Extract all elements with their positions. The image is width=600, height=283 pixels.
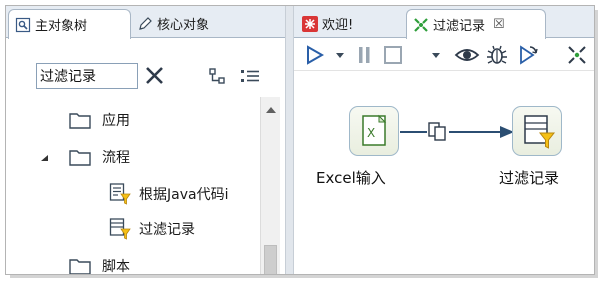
excel-input-icon: X [362, 114, 387, 146]
frame-shadow-right [595, 10, 598, 278]
filter-rows-icon [524, 115, 556, 149]
filter-rows-step-icon [109, 217, 131, 241]
explore-icon[interactable] [566, 44, 588, 66]
transformation-icon [413, 17, 429, 33]
tree-node-java-filter[interactable]: 根据Java代码i [109, 181, 228, 207]
tree-node-label: 应用 [102, 113, 130, 129]
debug-icon[interactable] [486, 44, 508, 66]
editor-tab-bar: 欢迎! 过滤记录 ☒ [294, 6, 594, 39]
tab-main-object-tree[interactable]: 主对象树 [8, 9, 131, 39]
tab-close-icon[interactable]: ☒ [493, 17, 505, 32]
step-label-filter-rows: 过滤记录 [499, 169, 560, 187]
tree-node-apps[interactable]: 应用 [68, 107, 130, 133]
pause-icon[interactable] [354, 44, 376, 66]
tab-core-objects[interactable]: 核心对象 [131, 9, 261, 38]
tree-scrollbar[interactable] [260, 97, 280, 274]
tree-node-label: 根据Java代码i [139, 187, 229, 203]
tab-filter-rows[interactable]: 过滤记录 ☒ [406, 9, 546, 39]
tab-welcome[interactable]: 欢迎! [296, 9, 396, 38]
left-panel: 主对象树 核心对象 过滤记录 应用 流程 根据Java代码i 过滤记录 脚本 [6, 6, 285, 275]
screenshot-frame: 主对象树 核心对象 过滤记录 应用 流程 根据Java代码i 过滤记录 脚本 欢… [5, 5, 595, 275]
search-input[interactable] [36, 63, 138, 89]
right-panel: 欢迎! 过滤记录 ☒ X Excel输入 过滤记录 [294, 6, 594, 274]
hierarchy-icon[interactable] [208, 67, 230, 87]
tree-node-scripts[interactable]: 脚本 [68, 253, 130, 275]
folder-icon [68, 146, 92, 168]
scrollbar-thumb[interactable] [264, 245, 277, 274]
tab-label: 主对象树 [35, 19, 88, 34]
step-filter-rows[interactable] [512, 106, 562, 156]
scroll-up-arrow-icon[interactable] [266, 107, 276, 113]
tree-node-label: 脚本 [102, 259, 130, 275]
replay-icon[interactable] [516, 44, 538, 66]
tab-label: 欢迎! [322, 18, 354, 33]
preview-icon[interactable] [454, 44, 480, 66]
stop-icon[interactable] [382, 44, 404, 66]
folder-icon [68, 109, 92, 131]
tab-label: 过滤记录 [433, 19, 486, 34]
transformation-canvas[interactable]: X Excel输入 过滤记录 [294, 72, 594, 274]
tree-node-label: 过滤记录 [139, 222, 195, 238]
svg-text:X: X [367, 126, 375, 140]
tree-node-label: 流程 [102, 150, 130, 166]
frame-shadow-bottom [10, 275, 598, 278]
main-tree-icon [15, 17, 31, 33]
tree-node-filter-rows[interactable]: 过滤记录 [109, 216, 195, 242]
pane-splitter[interactable] [285, 6, 294, 274]
tree-node-flows[interactable]: 流程 [41, 144, 130, 170]
hop-arrow[interactable] [400, 120, 520, 144]
java-filter-step-icon [109, 182, 131, 206]
step-label-excel-input: Excel输入 [316, 169, 386, 187]
left-tab-bar: 主对象树 核心对象 [6, 6, 285, 39]
folder-icon [68, 255, 92, 274]
step-excel-input[interactable]: X [349, 106, 399, 156]
search-row [6, 39, 285, 97]
expand-arrow-icon[interactable] [40, 152, 50, 162]
stop-dropdown-icon[interactable] [430, 44, 442, 66]
welcome-icon [302, 15, 318, 32]
transformation-toolbar [294, 39, 594, 71]
close-icon[interactable] [143, 63, 167, 89]
run-dropdown-icon[interactable] [334, 44, 346, 66]
copy-rows-icon[interactable] [427, 120, 449, 142]
run-icon[interactable] [304, 44, 326, 66]
object-tree: 应用 流程 根据Java代码i 过滤记录 脚本 [6, 97, 285, 275]
list-icon[interactable] [239, 67, 261, 87]
pencil-icon [137, 16, 153, 32]
tab-label: 核心对象 [157, 18, 210, 33]
